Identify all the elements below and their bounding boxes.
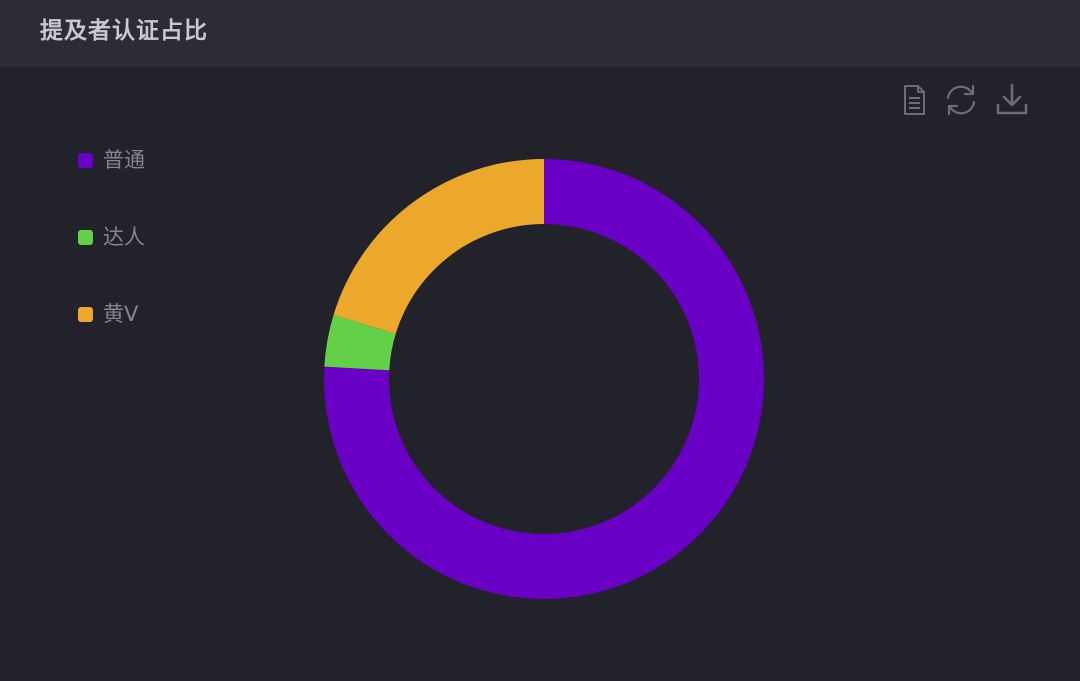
- donut-slice[interactable]: [333, 159, 544, 334]
- donut-chart: [324, 159, 765, 599]
- chart-panel: 提及者认证占比 普通 达人 黄V: [0, 0, 1080, 681]
